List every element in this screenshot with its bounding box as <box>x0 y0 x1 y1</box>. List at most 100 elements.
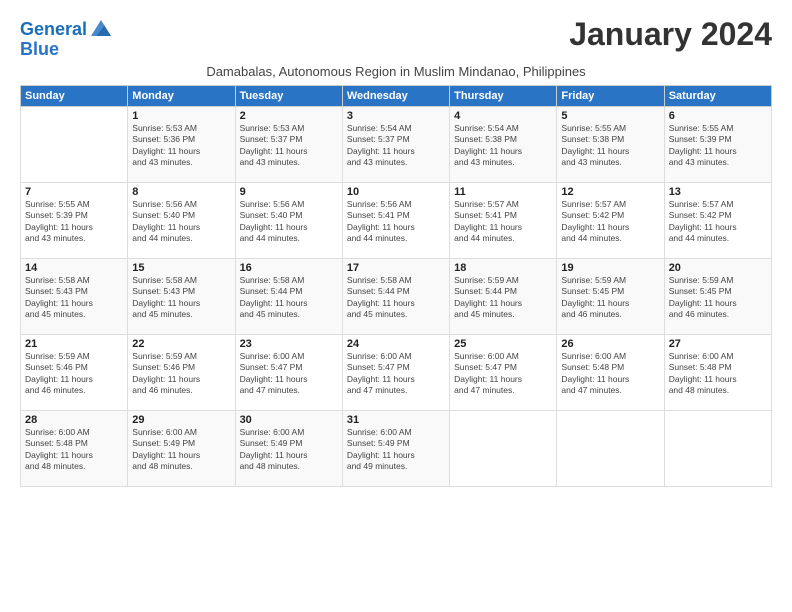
day-info: Sunrise: 5:57 AM Sunset: 5:42 PM Dayligh… <box>669 199 767 245</box>
day-info: Sunrise: 5:53 AM Sunset: 5:36 PM Dayligh… <box>132 123 230 169</box>
day-info: Sunrise: 5:58 AM Sunset: 5:43 PM Dayligh… <box>25 275 123 321</box>
day-number: 23 <box>240 338 338 350</box>
day-info: Sunrise: 6:00 AM Sunset: 5:47 PM Dayligh… <box>454 351 552 397</box>
day-number: 31 <box>347 414 445 426</box>
day-number: 25 <box>454 338 552 350</box>
day-info: Sunrise: 6:00 AM Sunset: 5:49 PM Dayligh… <box>347 427 445 473</box>
calendar-cell <box>557 410 664 486</box>
col-monday: Monday <box>128 85 235 106</box>
calendar-cell: 24Sunrise: 6:00 AM Sunset: 5:47 PM Dayli… <box>342 334 449 410</box>
day-info: Sunrise: 5:57 AM Sunset: 5:41 PM Dayligh… <box>454 199 552 245</box>
day-number: 30 <box>240 414 338 426</box>
day-number: 14 <box>25 262 123 274</box>
calendar-cell: 26Sunrise: 6:00 AM Sunset: 5:48 PM Dayli… <box>557 334 664 410</box>
col-tuesday: Tuesday <box>235 85 342 106</box>
calendar-cell: 19Sunrise: 5:59 AM Sunset: 5:45 PM Dayli… <box>557 258 664 334</box>
calendar-cell: 15Sunrise: 5:58 AM Sunset: 5:43 PM Dayli… <box>128 258 235 334</box>
col-friday: Friday <box>557 85 664 106</box>
calendar-cell: 10Sunrise: 5:56 AM Sunset: 5:41 PM Dayli… <box>342 182 449 258</box>
day-number: 26 <box>561 338 659 350</box>
calendar-cell: 30Sunrise: 6:00 AM Sunset: 5:49 PM Dayli… <box>235 410 342 486</box>
day-number: 4 <box>454 110 552 122</box>
day-number: 7 <box>25 186 123 198</box>
day-number: 2 <box>240 110 338 122</box>
day-info: Sunrise: 5:55 AM Sunset: 5:38 PM Dayligh… <box>561 123 659 169</box>
day-number: 3 <box>347 110 445 122</box>
day-info: Sunrise: 6:00 AM Sunset: 5:47 PM Dayligh… <box>347 351 445 397</box>
logo: General Blue <box>20 20 111 60</box>
calendar-table: Sunday Monday Tuesday Wednesday Thursday… <box>20 85 772 487</box>
day-number: 9 <box>240 186 338 198</box>
calendar-cell: 27Sunrise: 6:00 AM Sunset: 5:48 PM Dayli… <box>664 334 771 410</box>
calendar-cell: 5Sunrise: 5:55 AM Sunset: 5:38 PM Daylig… <box>557 106 664 182</box>
day-number: 10 <box>347 186 445 198</box>
col-wednesday: Wednesday <box>342 85 449 106</box>
calendar-cell: 1Sunrise: 5:53 AM Sunset: 5:36 PM Daylig… <box>128 106 235 182</box>
day-info: Sunrise: 6:00 AM Sunset: 5:47 PM Dayligh… <box>240 351 338 397</box>
calendar-cell: 20Sunrise: 5:59 AM Sunset: 5:45 PM Dayli… <box>664 258 771 334</box>
calendar-cell: 7Sunrise: 5:55 AM Sunset: 5:39 PM Daylig… <box>21 182 128 258</box>
week-row-5: 28Sunrise: 6:00 AM Sunset: 5:48 PM Dayli… <box>21 410 772 486</box>
day-number: 18 <box>454 262 552 274</box>
logo-text: General <box>20 20 87 40</box>
calendar-cell: 14Sunrise: 5:58 AM Sunset: 5:43 PM Dayli… <box>21 258 128 334</box>
day-number: 15 <box>132 262 230 274</box>
calendar-cell: 28Sunrise: 6:00 AM Sunset: 5:48 PM Dayli… <box>21 410 128 486</box>
week-row-4: 21Sunrise: 5:59 AM Sunset: 5:46 PM Dayli… <box>21 334 772 410</box>
calendar-cell: 3Sunrise: 5:54 AM Sunset: 5:37 PM Daylig… <box>342 106 449 182</box>
calendar-cell: 11Sunrise: 5:57 AM Sunset: 5:41 PM Dayli… <box>450 182 557 258</box>
day-number: 8 <box>132 186 230 198</box>
day-number: 27 <box>669 338 767 350</box>
col-thursday: Thursday <box>450 85 557 106</box>
day-number: 16 <box>240 262 338 274</box>
day-info: Sunrise: 6:00 AM Sunset: 5:48 PM Dayligh… <box>25 427 123 473</box>
calendar-cell: 4Sunrise: 5:54 AM Sunset: 5:38 PM Daylig… <box>450 106 557 182</box>
logo-text2: Blue <box>20 40 111 60</box>
day-number: 19 <box>561 262 659 274</box>
calendar-subtitle: Damabalas, Autonomous Region in Muslim M… <box>20 64 772 79</box>
calendar-cell: 6Sunrise: 5:55 AM Sunset: 5:39 PM Daylig… <box>664 106 771 182</box>
day-info: Sunrise: 5:58 AM Sunset: 5:44 PM Dayligh… <box>240 275 338 321</box>
day-info: Sunrise: 5:56 AM Sunset: 5:40 PM Dayligh… <box>240 199 338 245</box>
calendar-cell: 16Sunrise: 5:58 AM Sunset: 5:44 PM Dayli… <box>235 258 342 334</box>
calendar-cell: 31Sunrise: 6:00 AM Sunset: 5:49 PM Dayli… <box>342 410 449 486</box>
calendar-cell <box>450 410 557 486</box>
calendar-cell: 9Sunrise: 5:56 AM Sunset: 5:40 PM Daylig… <box>235 182 342 258</box>
day-info: Sunrise: 5:54 AM Sunset: 5:37 PM Dayligh… <box>347 123 445 169</box>
day-number: 5 <box>561 110 659 122</box>
week-row-1: 1Sunrise: 5:53 AM Sunset: 5:36 PM Daylig… <box>21 106 772 182</box>
header-row: Sunday Monday Tuesday Wednesday Thursday… <box>21 85 772 106</box>
calendar-cell: 13Sunrise: 5:57 AM Sunset: 5:42 PM Dayli… <box>664 182 771 258</box>
calendar-cell: 25Sunrise: 6:00 AM Sunset: 5:47 PM Dayli… <box>450 334 557 410</box>
col-sunday: Sunday <box>21 85 128 106</box>
header: General Blue January 2024 <box>20 16 772 60</box>
calendar-cell: 23Sunrise: 6:00 AM Sunset: 5:47 PM Dayli… <box>235 334 342 410</box>
day-number: 17 <box>347 262 445 274</box>
day-info: Sunrise: 5:56 AM Sunset: 5:41 PM Dayligh… <box>347 199 445 245</box>
day-info: Sunrise: 5:53 AM Sunset: 5:37 PM Dayligh… <box>240 123 338 169</box>
calendar-cell: 12Sunrise: 5:57 AM Sunset: 5:42 PM Dayli… <box>557 182 664 258</box>
day-number: 20 <box>669 262 767 274</box>
day-info: Sunrise: 5:56 AM Sunset: 5:40 PM Dayligh… <box>132 199 230 245</box>
calendar-cell: 21Sunrise: 5:59 AM Sunset: 5:46 PM Dayli… <box>21 334 128 410</box>
day-number: 24 <box>347 338 445 350</box>
day-info: Sunrise: 6:00 AM Sunset: 5:48 PM Dayligh… <box>669 351 767 397</box>
day-info: Sunrise: 5:55 AM Sunset: 5:39 PM Dayligh… <box>25 199 123 245</box>
day-info: Sunrise: 5:55 AM Sunset: 5:39 PM Dayligh… <box>669 123 767 169</box>
day-info: Sunrise: 5:58 AM Sunset: 5:43 PM Dayligh… <box>132 275 230 321</box>
week-row-3: 14Sunrise: 5:58 AM Sunset: 5:43 PM Dayli… <box>21 258 772 334</box>
day-info: Sunrise: 5:59 AM Sunset: 5:45 PM Dayligh… <box>561 275 659 321</box>
day-info: Sunrise: 5:59 AM Sunset: 5:44 PM Dayligh… <box>454 275 552 321</box>
day-number: 6 <box>669 110 767 122</box>
day-info: Sunrise: 5:59 AM Sunset: 5:45 PM Dayligh… <box>669 275 767 321</box>
calendar-cell: 8Sunrise: 5:56 AM Sunset: 5:40 PM Daylig… <box>128 182 235 258</box>
calendar-cell: 2Sunrise: 5:53 AM Sunset: 5:37 PM Daylig… <box>235 106 342 182</box>
day-info: Sunrise: 5:57 AM Sunset: 5:42 PM Dayligh… <box>561 199 659 245</box>
day-info: Sunrise: 5:59 AM Sunset: 5:46 PM Dayligh… <box>132 351 230 397</box>
week-row-2: 7Sunrise: 5:55 AM Sunset: 5:39 PM Daylig… <box>21 182 772 258</box>
calendar-cell <box>21 106 128 182</box>
calendar-cell: 18Sunrise: 5:59 AM Sunset: 5:44 PM Dayli… <box>450 258 557 334</box>
day-info: Sunrise: 5:59 AM Sunset: 5:46 PM Dayligh… <box>25 351 123 397</box>
day-info: Sunrise: 5:58 AM Sunset: 5:44 PM Dayligh… <box>347 275 445 321</box>
day-info: Sunrise: 6:00 AM Sunset: 5:49 PM Dayligh… <box>132 427 230 473</box>
